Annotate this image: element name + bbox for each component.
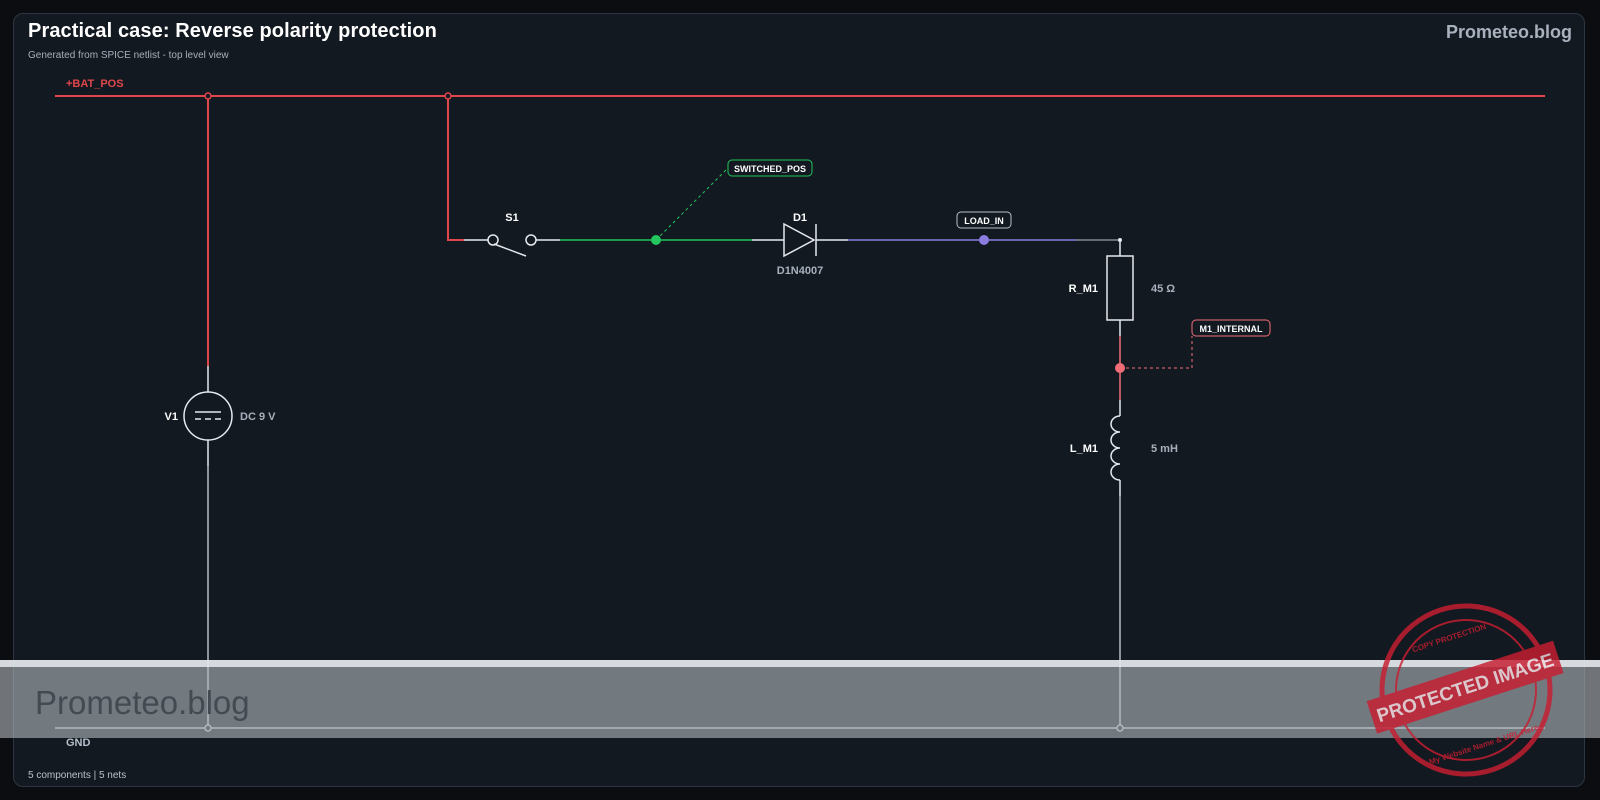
net-label-m1-internal: M1_INTERNAL xyxy=(1199,324,1263,334)
s1-ref-label: S1 xyxy=(505,212,518,224)
voltage-source-v1[interactable] xyxy=(183,366,233,466)
page-title: Practical case: Reverse polarity protect… xyxy=(28,20,437,42)
net-tag-m1-internal: M1_INTERNAL xyxy=(1191,319,1271,337)
net-tag-switched-pos: SWITCHED_POS xyxy=(727,159,813,177)
footer-summary: 5 components | 5 nets xyxy=(28,770,127,781)
resistor-r-m1[interactable] xyxy=(1106,240,1134,336)
junction-dot xyxy=(204,724,212,732)
inductor-l-m1[interactable] xyxy=(1110,400,1121,496)
switch-s1[interactable] xyxy=(464,234,560,257)
junction-dot xyxy=(204,92,212,100)
net-switched-pos xyxy=(560,167,752,245)
net-label-bat-pos: +BAT_POS xyxy=(66,78,124,90)
net-label-switched-pos: SWITCHED_POS xyxy=(734,164,806,174)
d1-ref-label: D1 xyxy=(793,212,807,224)
schematic-canvas: +BAT_POS V1 DC 9 V S1 SWITCHED_POS D1 D1 xyxy=(55,78,1545,749)
r-m1-value-label: 45 Ω xyxy=(1151,283,1175,295)
protected-image-stamp: COPY PROTECTION PROTECTED IMAGE My Websi… xyxy=(1366,603,1564,777)
page-subtitle: Generated from SPICE netlist - top level… xyxy=(28,50,229,61)
net-label-gnd: GND xyxy=(66,737,91,749)
v1-ref-label: V1 xyxy=(165,411,178,423)
net-bat-pos xyxy=(55,95,1545,366)
junction-dot xyxy=(444,92,452,100)
v1-value-label: DC 9 V xyxy=(240,411,276,423)
net-gnd xyxy=(55,466,1545,729)
r-m1-ref-label: R_M1 xyxy=(1069,283,1098,295)
junction-dot xyxy=(1116,724,1124,732)
net-tag-load-in: LOAD_IN xyxy=(956,211,1012,229)
d1-value-label: D1N4007 xyxy=(777,265,823,277)
net-label-load-in: LOAD_IN xyxy=(964,216,1004,226)
net-load-in xyxy=(848,235,1120,245)
brand-name: Prometeo.blog xyxy=(1445,22,1572,42)
net-m1-internal xyxy=(1115,336,1193,400)
l-m1-value-label: 5 mH xyxy=(1151,443,1178,455)
stamp-sub-text: My Website Name & URL Here xyxy=(1428,723,1540,767)
l-m1-ref-label: L_M1 xyxy=(1070,443,1098,455)
diode-d1[interactable] xyxy=(752,222,848,258)
stamp-ring-text: COPY PROTECTION xyxy=(1411,622,1487,654)
